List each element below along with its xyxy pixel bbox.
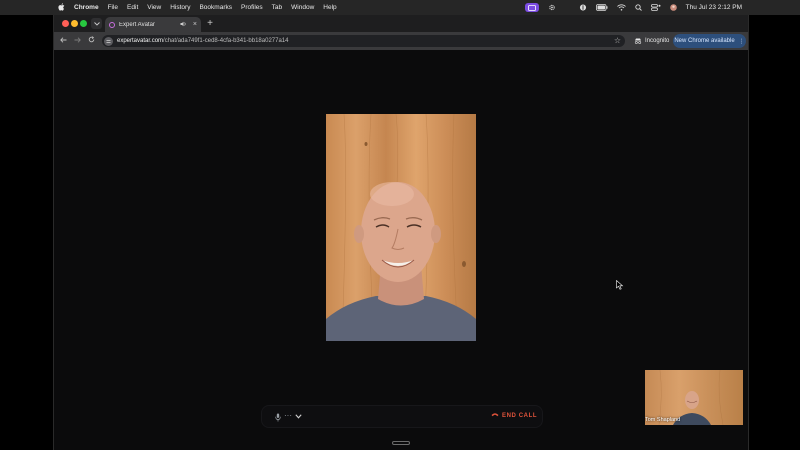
site-favicon-icon [109,21,115,28]
end-call-label: END CALL [502,412,538,419]
reload-icon[interactable] [85,35,97,47]
mic-level-indicator: ··· [284,411,292,420]
menu-app-chrome[interactable]: Chrome [74,4,99,11]
incognito-indicator[interactable]: Incognito [634,36,669,46]
microphone-icon[interactable] [275,413,283,422]
search-icon[interactable] [634,4,642,11]
call-control-bar: ··· END CALL [261,405,543,428]
wifi-icon[interactable] [616,4,626,11]
tab-search-button[interactable] [91,18,102,29]
menu-profiles[interactable]: Profiles [241,4,263,11]
maximize-window-button[interactable] [80,20,87,27]
tab-title: Expert Avatar [119,21,155,28]
drag-handle[interactable] [392,441,410,445]
tab-strip: Expert Avatar × + [54,15,748,32]
browser-toolbar: expertavatar.com/chat/ada749f1-ced8-4cfa… [54,32,748,50]
bookmark-star-icon[interactable]: ☆ [614,35,621,47]
phone-hangup-icon [491,412,499,419]
page-content: Tom Shapland ··· END CALL [54,50,748,450]
menu-help[interactable]: Help [323,4,336,11]
browser-window: Expert Avatar × + expertavatar.com/chat/… [53,15,749,450]
user-avatar-icon[interactable] [669,4,677,11]
control-center-icon[interactable] [650,4,661,11]
mouse-cursor-icon [616,280,624,290]
menu-edit[interactable]: Edit [127,4,138,11]
new-chrome-available-button[interactable]: New Chrome available ⋮ [673,34,746,48]
tab-expert-avatar[interactable]: Expert Avatar × [105,17,201,32]
dollar-icon[interactable] [579,4,587,11]
avatar-video [326,114,476,341]
apple-icon[interactable] [58,2,66,13]
kebab-menu-icon[interactable]: ⋮ [739,38,745,45]
update-label: New Chrome available [674,38,735,44]
address-bar[interactable]: expertavatar.com/chat/ada749f1-ced8-4cfa… [102,35,625,47]
self-view-video[interactable]: Tom Shapland [645,370,743,425]
battery-icon[interactable] [595,4,608,11]
new-tab-button[interactable]: + [204,17,216,30]
menu-history[interactable]: History [170,4,190,11]
close-window-button[interactable] [62,20,69,27]
incognito-icon [634,38,642,44]
menu-bookmarks[interactable]: Bookmarks [199,4,232,11]
menu-view[interactable]: View [147,4,161,11]
chevron-down-icon[interactable] [295,412,302,421]
site-info-icon[interactable] [104,36,113,46]
tab-close-icon[interactable]: × [193,21,197,28]
speaker-icon[interactable] [180,21,187,29]
end-call-button[interactable]: END CALL [491,412,537,419]
menu-window[interactable]: Window [291,4,314,11]
menu-file[interactable]: File [108,4,118,11]
url-text[interactable]: expertavatar.com/chat/ada749f1-ced8-4cfa… [117,38,288,44]
menubar-clock[interactable]: Thu Jul 23 2:12 PM [686,4,742,11]
incognito-label: Incognito [645,38,670,44]
back-arrow-icon[interactable] [57,35,69,47]
self-view-name: Tom Shapland [645,417,681,423]
menu-bar: Chrome File Edit View History Bookmarks … [0,0,800,15]
screen-record-icon[interactable] [524,3,539,12]
avatar-video-frame [326,114,476,341]
gear-icon[interactable] [548,4,556,11]
forward-arrow-icon[interactable] [71,35,83,47]
minimize-window-button[interactable] [71,20,78,27]
menu-tab[interactable]: Tab [272,4,282,11]
